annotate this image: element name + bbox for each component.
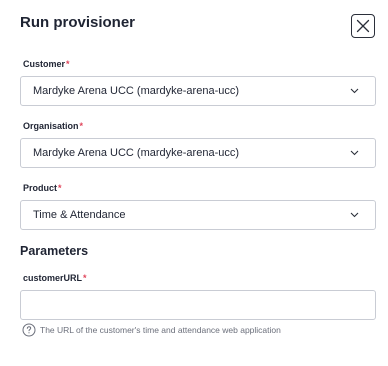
customer-url-help: The URL of the customer's time and atten… xyxy=(22,323,281,337)
product-label-text: Product xyxy=(23,183,58,193)
dialog-title: Run provisioner xyxy=(20,14,136,31)
customer-url-input[interactable] xyxy=(20,290,376,320)
required-mark: * xyxy=(66,59,70,69)
chevron-down-icon xyxy=(350,150,359,156)
parameters-heading: Parameters xyxy=(20,244,89,258)
chevron-down-icon xyxy=(350,212,359,218)
customer-select[interactable]: Mardyke Arena UCC (mardyke-arena-ucc) xyxy=(20,76,376,106)
product-select[interactable]: Time & Attendance xyxy=(20,200,376,230)
product-select-value: Time & Attendance xyxy=(33,209,126,221)
organisation-select-value: Mardyke Arena UCC (mardyke-arena-ucc) xyxy=(33,147,240,159)
required-mark: * xyxy=(79,121,84,131)
customer-label-text: Customer xyxy=(23,59,66,69)
question-circle-icon xyxy=(22,323,36,337)
customer-url-label-text: customerURL xyxy=(23,273,83,283)
product-label: Product* xyxy=(23,183,62,193)
organisation-label: Organisation* xyxy=(23,121,83,131)
customer-url-label: customerURL* xyxy=(23,273,87,283)
customer-url-help-text: The URL of the customer's time and atten… xyxy=(40,325,281,335)
organisation-label-text: Organisation xyxy=(23,121,79,131)
close-icon xyxy=(356,19,370,33)
customer-label: Customer* xyxy=(23,59,70,69)
chevron-down-icon xyxy=(350,88,359,94)
close-button[interactable] xyxy=(351,14,375,38)
organisation-select[interactable]: Mardyke Arena UCC (mardyke-arena-ucc) xyxy=(20,138,376,168)
required-mark: * xyxy=(58,183,62,193)
required-mark: * xyxy=(83,273,87,283)
customer-select-value: Mardyke Arena UCC (mardyke-arena-ucc) xyxy=(33,85,240,97)
